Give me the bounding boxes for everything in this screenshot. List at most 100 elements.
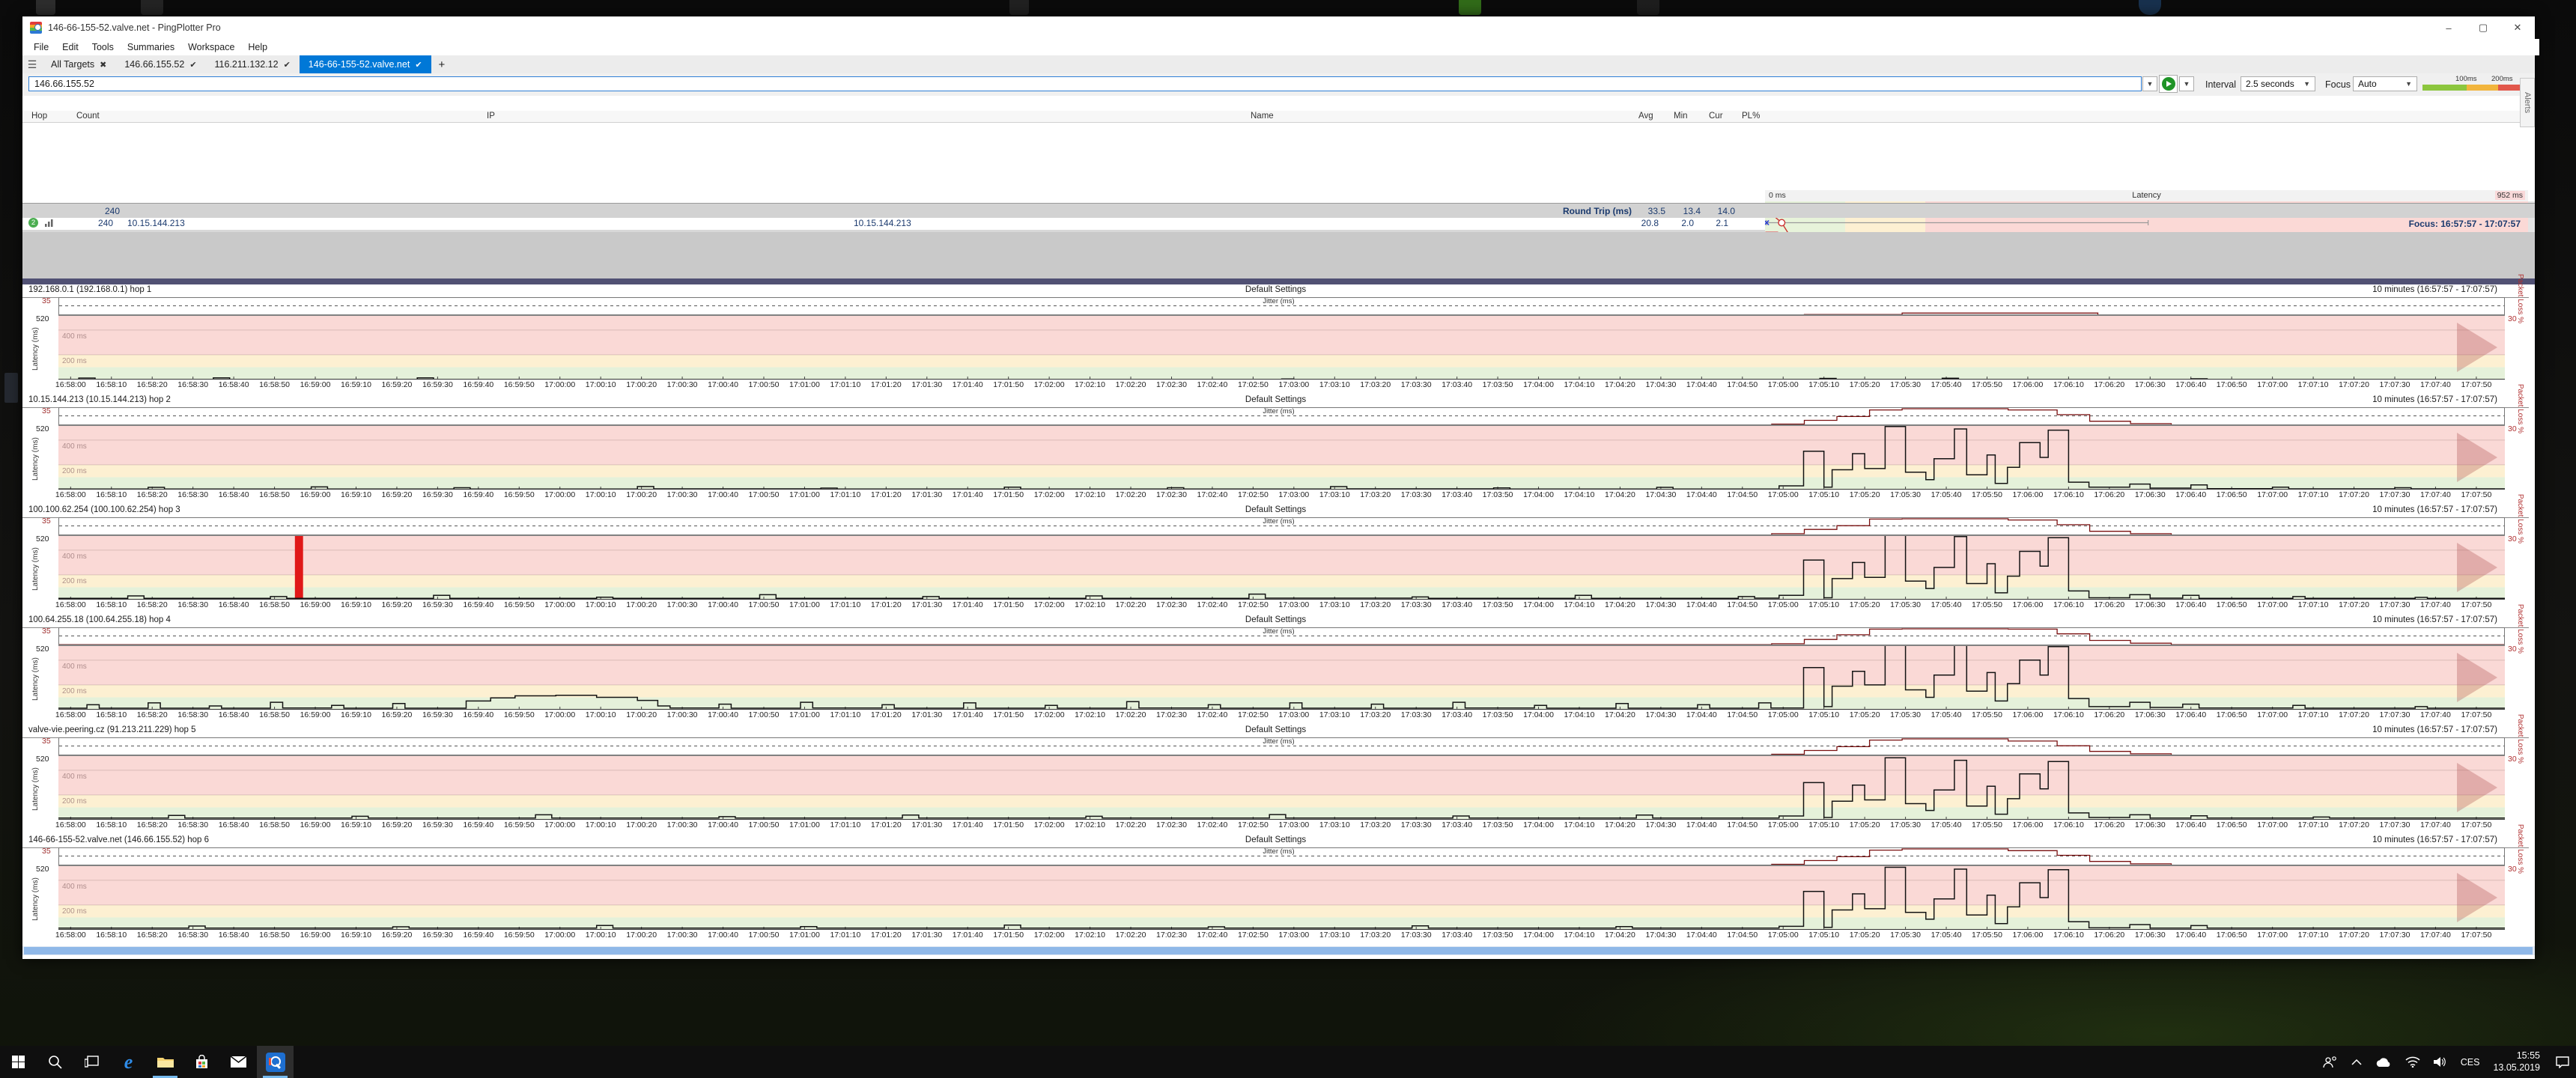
time-tick-label: 17:05:40 — [1931, 931, 1962, 940]
time-tick-label: 17:03:00 — [1278, 600, 1310, 609]
time-tick-label: 16:58:00 — [55, 490, 86, 499]
alerts-side-tab[interactable]: Alerts — [2520, 78, 2535, 127]
close-tab-icon[interactable]: ✖ — [100, 60, 106, 70]
packet-loss-max-label: 30 — [2508, 755, 2517, 764]
search-taskbar-button[interactable] — [37, 1046, 73, 1078]
graph-settings-label[interactable]: Default Settings — [22, 835, 2529, 844]
timeline-graph-hop-4[interactable]: 100.64.255.18 (100.64.255.18) hop 4 Defau… — [22, 604, 2535, 725]
people-tray-button[interactable] — [2316, 1046, 2345, 1078]
time-tick-label: 17:02:40 — [1197, 490, 1228, 499]
target-dropdown-button[interactable]: ▼ — [2142, 76, 2157, 91]
menu-item-edit[interactable]: Edit — [55, 42, 85, 52]
minimize-button[interactable]: – — [2431, 16, 2466, 39]
desktop-icon-fragment — [1009, 0, 1029, 15]
latency-max-label: 520 — [36, 865, 49, 874]
timeline-graph-hop-3[interactable]: 100.100.62.254 (100.100.62.254) hop 3 Def… — [22, 494, 2535, 615]
new-tab-button[interactable]: + — [431, 55, 453, 73]
timeline-graph-hop-6[interactable]: 146-66-155-52.valve.net (146.66.155.52) … — [22, 824, 2535, 945]
col-header-count[interactable]: Count — [76, 112, 100, 121]
latency-band[interactable]: 400 ms 200 ms — [58, 865, 2505, 930]
trace-options-dropdown[interactable]: ▼ — [2179, 76, 2194, 91]
tab-all-targets[interactable]: All Targets ✖ — [42, 55, 115, 73]
time-tick-label: 17:05:40 — [1931, 710, 1962, 719]
volume-tray-button[interactable] — [2427, 1046, 2454, 1078]
timeline-graph-hop-1[interactable]: 192.168.0.1 (192.168.0.1) hop 1 Default S… — [22, 274, 2535, 395]
horizontal-scrollbar[interactable] — [22, 946, 2535, 955]
action-center-button[interactable] — [2549, 1046, 2576, 1078]
time-tick-label: 17:00:10 — [585, 490, 616, 499]
time-tick-label: 17:06:00 — [2012, 931, 2044, 940]
taskbar-clock[interactable]: 15:55 13.05.2019 — [2486, 1046, 2549, 1078]
graph-timespan-label[interactable]: 10 minutes (16:57:57 - 17:07:57) — [2372, 505, 2497, 514]
menu-item-help[interactable]: Help — [241, 42, 274, 52]
title-bar[interactable]: 146-66-155-52.valve.net - PingPlotter Pr… — [22, 16, 2535, 40]
time-tick-label: 17:06:50 — [2216, 380, 2247, 389]
pingplotter-taskbar-button[interactable] — [257, 1046, 294, 1078]
time-tick-label: 17:02:30 — [1156, 490, 1187, 499]
edge-taskbar-button[interactable]: e — [110, 1046, 147, 1078]
time-tick-label: 17:01:40 — [952, 380, 983, 389]
graph-header: valve-vie.peering.cz (91.213.211.229) ho… — [22, 725, 2529, 738]
tab-116-211-132-12[interactable]: 116.211.132.12 ✔ — [206, 55, 300, 73]
col-header-ip[interactable]: IP — [487, 112, 495, 121]
time-tick-label: 17:04:30 — [1645, 600, 1677, 609]
graph-settings-label[interactable]: Default Settings — [22, 395, 2529, 404]
hamburger-icon[interactable]: ☰ — [22, 55, 42, 73]
close-button[interactable]: ✕ — [2500, 16, 2535, 39]
mail-taskbar-button[interactable] — [220, 1046, 257, 1078]
graph-timespan-label[interactable]: 10 minutes (16:57:57 - 17:07:57) — [2372, 395, 2497, 404]
chevron-up-tray-button[interactable] — [2345, 1046, 2369, 1078]
timeline-graph-hop-5[interactable]: valve-vie.peering.cz (91.213.211.229) ho… — [22, 714, 2535, 835]
tab-146-66-155-52[interactable]: 146.66.155.52 ✔ — [115, 55, 205, 73]
col-header-pl[interactable]: PL% — [1742, 112, 1760, 121]
latency-band[interactable]: 400 ms 200 ms — [58, 425, 2505, 490]
latency-band[interactable]: 400 ms 200 ms — [58, 535, 2505, 600]
col-header-avg[interactable]: Avg — [1638, 112, 1653, 121]
graph-settings-label[interactable]: Default Settings — [22, 285, 2529, 294]
latency-band[interactable]: 400 ms 200 ms — [58, 645, 2505, 710]
col-header-hop[interactable]: Hop — [31, 112, 47, 121]
graph-settings-label[interactable]: Default Settings — [22, 505, 2529, 514]
target-input[interactable]: 146.66.155.52 — [28, 76, 2142, 91]
latency-band[interactable]: 400 ms 200 ms — [58, 755, 2505, 820]
scrollbar-thumb[interactable] — [24, 947, 2533, 954]
col-header-name[interactable]: Name — [1251, 112, 1274, 121]
time-tick-label: 16:58:00 — [55, 600, 86, 609]
col-header-min[interactable]: Min — [1674, 112, 1688, 121]
time-tick-label: 17:03:40 — [1442, 490, 1473, 499]
timeline-graph-hop-2[interactable]: 10.15.144.213 (10.15.144.213) hop 2 Defau… — [22, 384, 2535, 505]
wifi-tray-button[interactable] — [2399, 1046, 2427, 1078]
task-view-taskbar-button[interactable] — [73, 1046, 110, 1078]
interval-select[interactable]: 2.5 seconds ▼ — [2241, 76, 2315, 91]
start-taskbar-button[interactable] — [0, 1046, 37, 1078]
tab-146-66-155-52-valve-net[interactable]: 146-66-155-52.valve.net ✔ — [299, 55, 431, 73]
graph-settings-label[interactable]: Default Settings — [22, 725, 2529, 734]
graph-settings-label[interactable]: Default Settings — [22, 615, 2529, 624]
focus-select[interactable]: Auto ▼ — [2353, 76, 2417, 91]
pane-gap — [22, 232, 2535, 278]
start-trace-button[interactable] — [2159, 75, 2178, 93]
file-explorer-taskbar-button[interactable] — [147, 1046, 183, 1078]
store-icon — [195, 1055, 209, 1069]
interval-label: Interval — [2205, 79, 2236, 90]
menu-item-workspace[interactable]: Workspace — [181, 42, 241, 52]
menu-item-tools[interactable]: Tools — [85, 42, 121, 52]
graph-timespan-label[interactable]: 10 minutes (16:57:57 - 17:07:57) — [2372, 285, 2497, 294]
latency-band[interactable]: 400 ms 200 ms — [58, 315, 2505, 380]
col-header-cur[interactable]: Cur — [1709, 112, 1723, 121]
menu-item-summaries[interactable]: Summaries — [121, 42, 181, 52]
maximize-button[interactable]: ▢ — [2466, 16, 2500, 39]
time-tick-label: 17:01:00 — [789, 931, 820, 940]
time-tick-label: 17:06:20 — [2094, 820, 2125, 829]
graph-timespan-label[interactable]: 10 minutes (16:57:57 - 17:07:57) — [2372, 615, 2497, 624]
onedrive-tray-button[interactable] — [2369, 1046, 2399, 1078]
pane-splitter[interactable] — [22, 278, 2535, 284]
language-indicator[interactable]: CES — [2454, 1046, 2487, 1078]
menu-item-file[interactable]: File — [27, 42, 55, 52]
time-axis: 16:58:00 16:58:10 16:58:20 16:58:30 16:58:40… — [22, 490, 2535, 502]
store-taskbar-button[interactable] — [183, 1046, 220, 1078]
time-tick-label: 17:04:40 — [1686, 380, 1717, 389]
time-tick-label: 17:01:10 — [830, 710, 861, 719]
graph-timespan-label[interactable]: 10 minutes (16:57:57 - 17:07:57) — [2372, 835, 2497, 844]
graph-timespan-label[interactable]: 10 minutes (16:57:57 - 17:07:57) — [2372, 725, 2497, 734]
